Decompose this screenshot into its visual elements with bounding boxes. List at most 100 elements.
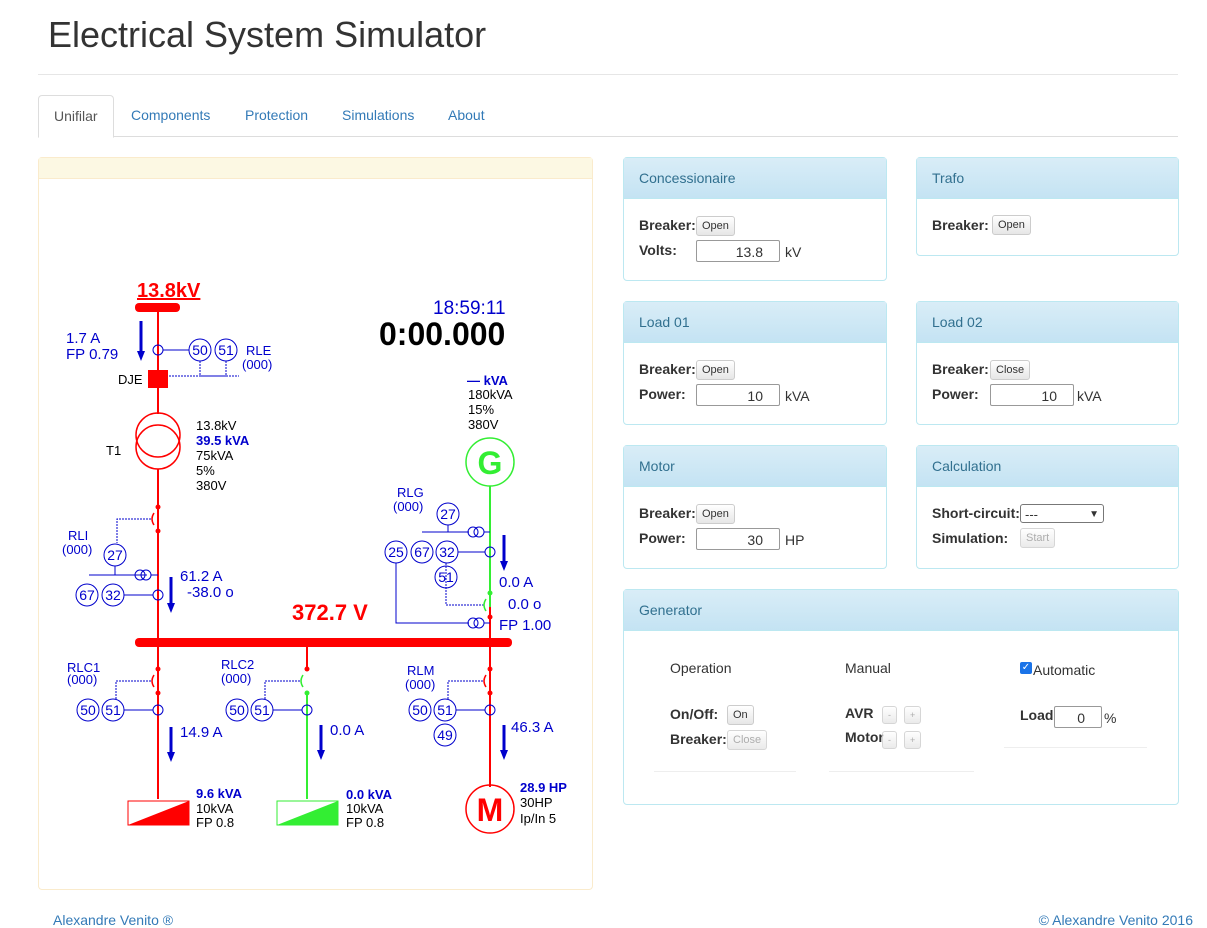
- avr-increase-button[interactable]: +: [904, 706, 922, 724]
- gen-voltage: 380V: [468, 417, 499, 432]
- load02-title: Load 02: [917, 302, 1178, 343]
- automatic-label: Automatic: [1033, 662, 1096, 678]
- footer-copyright[interactable]: © Alexandre Venito 2016: [1039, 912, 1193, 928]
- gen-fp: FP 1.00: [499, 617, 551, 634]
- short-circuit-select[interactable]: --- ▼: [1020, 504, 1104, 523]
- load02-breaker-button[interactable]: Close: [990, 360, 1031, 380]
- rlc2-code: (000): [221, 671, 251, 686]
- motor-control-label: Motor: [845, 729, 884, 745]
- load02-card: Load 02 Breaker: Close Power: 10 kVA: [916, 301, 1179, 425]
- relay-rlc2-51-text: 51: [254, 702, 270, 718]
- rlc2-trip-wire: [264, 680, 300, 699]
- main-busbar: [135, 638, 512, 647]
- tab-protection[interactable]: Protection: [230, 95, 323, 135]
- trafo-title: Trafo: [917, 158, 1178, 199]
- gen-impedance: 15%: [468, 402, 494, 417]
- rlm-breaker[interactable]: [483, 674, 487, 688]
- manual-title: Manual: [845, 660, 891, 676]
- relay-rlg-25-text: 25: [388, 544, 404, 560]
- motor-power: 28.9 HP: [520, 780, 567, 795]
- rlc1-breaker-top: [155, 666, 161, 672]
- rli-breaker[interactable]: [151, 512, 155, 526]
- load02-power-input[interactable]: 10: [990, 384, 1074, 406]
- generator-load-input[interactable]: 0: [1054, 706, 1102, 728]
- concessionaire-volts-input[interactable]: 13.8: [696, 240, 780, 262]
- automatic-checkbox[interactable]: ✓: [1020, 662, 1032, 674]
- simulation-label: Simulation:: [932, 530, 1009, 546]
- calculation-title: Calculation: [917, 446, 1178, 487]
- load2-power: 0.0 kVA: [346, 787, 393, 802]
- motor-title: Motor: [624, 446, 886, 487]
- gen-angle: 0.0 o: [508, 596, 541, 613]
- source-busbar: [135, 303, 180, 312]
- source-current: 1.7 A: [66, 330, 100, 347]
- rlc1-breaker[interactable]: [151, 674, 155, 688]
- motor-increase-button[interactable]: +: [904, 731, 922, 749]
- motor-ipin: Ip/In 5: [520, 811, 556, 826]
- rlg-sync-pt-b: [473, 617, 485, 629]
- transformer-t1-primary[interactable]: [135, 412, 181, 458]
- bus-voltage: 372.7 V: [292, 600, 368, 625]
- load01-title: Load 01: [624, 302, 886, 343]
- t1-rating: 75kVA: [196, 448, 234, 463]
- motor-power-input[interactable]: 30: [696, 528, 780, 550]
- rlg-breaker-bottom: [487, 614, 493, 620]
- load01-power-input[interactable]: 10: [696, 384, 780, 406]
- motor-power-label: Power:: [639, 530, 686, 546]
- generator-breaker-button[interactable]: Close: [727, 730, 768, 750]
- footer-author[interactable]: Alexandre Venito ®: [53, 912, 173, 928]
- source-fp: FP 0.79: [66, 346, 118, 363]
- load1-current: 14.9 A: [180, 724, 223, 741]
- short-circuit-label: Short-circuit:: [932, 505, 1020, 521]
- concessionaire-breaker-label: Breaker:: [639, 217, 696, 233]
- relay-rlg-32-text: 32: [439, 544, 455, 560]
- relay-rlm-51-text: 51: [437, 702, 453, 718]
- rli-angle: -38.0 o: [187, 584, 234, 601]
- simulation-timer: 0:00.000: [379, 316, 505, 352]
- rlc2-breaker-top: [304, 666, 310, 672]
- chevron-down-icon: ▼: [1089, 509, 1099, 520]
- rlg-sync-wire: [395, 563, 469, 624]
- tab-about[interactable]: About: [433, 95, 500, 135]
- rlc1-breaker-bottom: [155, 690, 161, 696]
- concessionaire-breaker-button[interactable]: Open: [696, 216, 735, 236]
- generator-onoff-button[interactable]: On: [727, 705, 754, 725]
- tab-components[interactable]: Components: [116, 95, 225, 135]
- load-label: Load: [1020, 707, 1054, 723]
- rlc1-trip-wire: [115, 680, 151, 699]
- load01-breaker-button[interactable]: Open: [696, 360, 735, 380]
- motor-breaker-button[interactable]: Open: [696, 504, 735, 524]
- generator-load-unit: %: [1104, 710, 1117, 726]
- rlm-breaker-bottom: [487, 690, 493, 696]
- load2-current: 0.0 A: [330, 722, 364, 739]
- rlg-pt-b: [473, 526, 485, 538]
- motor-power-unit: HP: [785, 532, 805, 548]
- tab-simulations[interactable]: Simulations: [327, 95, 429, 135]
- rlc2-label: RLC2: [221, 657, 254, 672]
- motor-card: Motor Breaker: Open Power: 30 HP: [623, 445, 887, 569]
- load1-power: 9.6 kVA: [196, 786, 243, 801]
- rli-current-arrowhead: [167, 603, 175, 613]
- avr-decrease-button[interactable]: -: [882, 706, 897, 724]
- rlg-relay-bus: [422, 525, 469, 533]
- trafo-breaker-button[interactable]: Open: [992, 215, 1031, 235]
- rlg-pt-a: [467, 526, 479, 538]
- rlm-breaker-top: [487, 666, 493, 672]
- relay-rlm-49-text: 49: [437, 727, 453, 743]
- transformer-t1-secondary[interactable]: [135, 424, 181, 470]
- header-divider: [38, 74, 1178, 75]
- dje-breaker[interactable]: [148, 370, 168, 388]
- relay-rlc1-50-text: 50: [80, 702, 96, 718]
- tab-unifilar[interactable]: Unifilar: [38, 95, 114, 138]
- rlg-breaker[interactable]: [483, 598, 487, 612]
- rlm-label: RLM: [407, 663, 434, 678]
- t1-secondary-voltage: 380V: [196, 478, 227, 493]
- simulation-start-button[interactable]: Start: [1020, 528, 1056, 548]
- onoff-label: On/Off:: [670, 706, 719, 722]
- load01-card: Load 01 Breaker: Open Power: 10 kVA: [623, 301, 887, 425]
- rlc2-breaker[interactable]: [300, 674, 304, 688]
- rlg-breaker-top: [487, 590, 493, 596]
- concessionaire-card: Concessionaire Breaker: Open Volts: 13.8…: [623, 157, 887, 281]
- motor-decrease-button[interactable]: -: [882, 731, 897, 749]
- rlc1-code: (000): [67, 672, 97, 687]
